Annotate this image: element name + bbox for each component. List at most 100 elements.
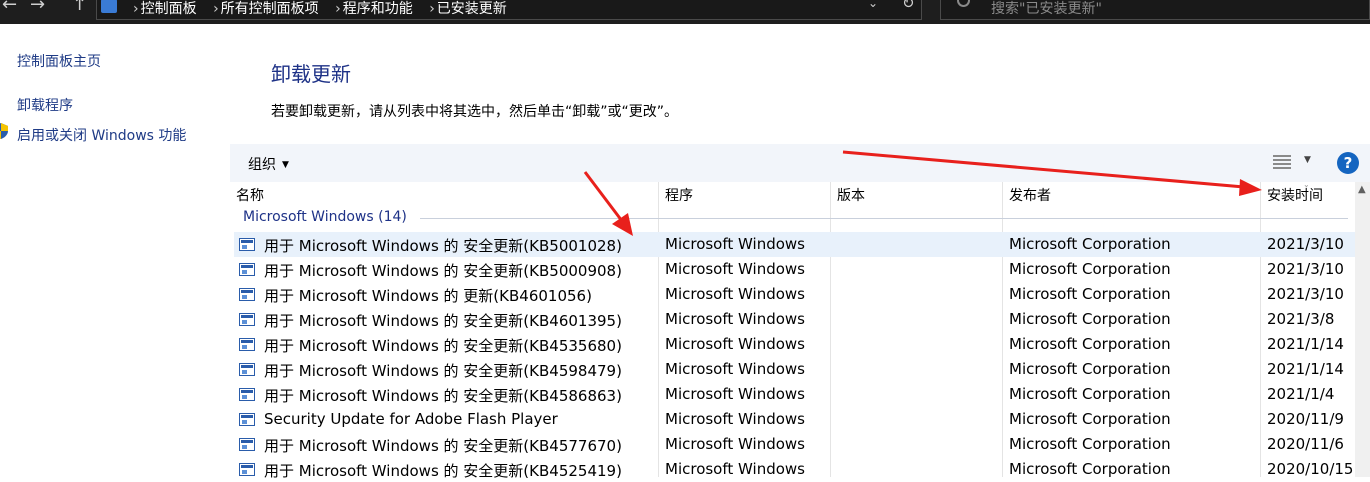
organize-label: 组织	[248, 157, 276, 173]
page-title: 卸载更新	[271, 62, 351, 86]
back-arrow-icon[interactable]: ←	[2, 0, 17, 18]
shield-icon	[0, 123, 8, 139]
column-header-install-date[interactable]: 安装时间	[1267, 185, 1323, 205]
cell-program: Microsoft Windows	[665, 360, 805, 378]
cell-program: Microsoft Windows	[665, 460, 805, 478]
update-package-icon	[239, 388, 255, 401]
command-bar: 组织 ▼ ▼ ?	[230, 144, 1370, 182]
cell-name: 用于 Microsoft Windows 的 安全更新(KB5000908)	[264, 262, 622, 280]
update-package-icon	[239, 288, 255, 301]
cell-name: 用于 Microsoft Windows 的 安全更新(KB4598479)	[264, 362, 622, 380]
table-row[interactable]: Security Update for Adobe Flash Player Mi…	[234, 407, 1358, 432]
group-header[interactable]: Microsoft Windows (14)	[243, 209, 407, 225]
cell-name: 用于 Microsoft Windows 的 安全更新(KB5001028)	[264, 237, 622, 255]
table-row[interactable]: 用于 Microsoft Windows 的 安全更新(KB4577670) Mi…	[234, 432, 1358, 457]
cell-program: Microsoft Windows	[665, 235, 805, 253]
cell-program: Microsoft Windows	[665, 335, 805, 353]
cell-name: Security Update for Adobe Flash Player	[264, 410, 558, 428]
chevron-right-icon: ›	[335, 1, 341, 17]
cell-date: 2020/10/15	[1267, 460, 1354, 478]
cell-publisher: Microsoft Corporation	[1009, 310, 1171, 328]
control-panel-icon	[101, 0, 117, 13]
chevron-down-icon[interactable]: ⌄	[868, 0, 878, 10]
update-package-icon	[239, 413, 255, 426]
cell-program: Microsoft Windows	[665, 310, 805, 328]
caret-down-icon[interactable]: ▼	[1304, 155, 1311, 165]
sidebar	[0, 24, 228, 477]
cell-date: 2021/1/14	[1267, 335, 1344, 353]
update-package-icon	[239, 438, 255, 451]
breadcrumb-all-items[interactable]: 所有控制面板项	[221, 1, 319, 17]
table-row[interactable]: 用于 Microsoft Windows 的 安全更新(KB4601395) Mi…	[234, 307, 1358, 332]
sort-indicator-icon: ⌄	[1303, 180, 1310, 189]
chevron-right-icon: ›	[429, 1, 435, 17]
view-options-icon[interactable]	[1273, 154, 1291, 170]
vertical-scrollbar[interactable]	[1355, 182, 1370, 477]
cell-date: 2021/3/10	[1267, 260, 1344, 278]
breadcrumb-programs[interactable]: 程序和功能	[343, 1, 413, 17]
table-row[interactable]: 用于 Microsoft Windows 的 更新(KB4601056) Micr…	[234, 282, 1358, 307]
cell-publisher: Microsoft Corporation	[1009, 435, 1171, 453]
cell-name: 用于 Microsoft Windows 的 安全更新(KB4586863)	[264, 387, 622, 405]
table-row[interactable]: 用于 Microsoft Windows 的 安全更新(KB5001028) Mi…	[234, 232, 1358, 257]
cell-date: 2020/11/9	[1267, 410, 1344, 428]
column-header-program[interactable]: 程序	[665, 185, 693, 205]
sidebar-item-windows-features[interactable]: 启用或关闭 Windows 功能	[17, 125, 186, 145]
cell-date: 2020/11/6	[1267, 435, 1344, 453]
table-row[interactable]: 用于 Microsoft Windows 的 安全更新(KB4598479) Mi…	[234, 357, 1358, 382]
cell-date: 2021/3/10	[1267, 235, 1344, 253]
cell-name: 用于 Microsoft Windows 的 更新(KB4601056)	[264, 287, 592, 305]
cell-name: 用于 Microsoft Windows 的 安全更新(KB4525419)	[264, 462, 622, 480]
address-bar[interactable]: › 控制面板 › 所有控制面板项 › 程序和功能 › 已安装更新	[96, 0, 922, 20]
cell-program: Microsoft Windows	[665, 285, 805, 303]
cell-date: 2021/1/4	[1267, 385, 1335, 403]
cell-program: Microsoft Windows	[665, 385, 805, 403]
column-header-version[interactable]: 版本	[837, 185, 865, 205]
instruction-text: 若要卸载更新，请从列表中将其选中，然后单击“卸载”或“更改”。	[271, 104, 679, 120]
update-package-icon	[239, 313, 255, 326]
update-package-icon	[239, 363, 255, 376]
column-header-publisher[interactable]: 发布者	[1009, 185, 1051, 205]
caret-down-icon: ▼	[282, 160, 289, 170]
cell-name: 用于 Microsoft Windows 的 安全更新(KB4535680)	[264, 337, 622, 355]
cell-publisher: Microsoft Corporation	[1009, 235, 1171, 253]
cell-name: 用于 Microsoft Windows 的 安全更新(KB4601395)	[264, 312, 622, 330]
help-button[interactable]: ?	[1337, 152, 1359, 174]
breadcrumb-installed-updates[interactable]: 已安装更新	[437, 1, 507, 17]
table-row[interactable]: 用于 Microsoft Windows 的 安全更新(KB5000908) Mi…	[234, 257, 1358, 282]
breadcrumb-control-panel[interactable]: 控制面板	[141, 1, 197, 17]
refresh-icon[interactable]: ↻	[902, 0, 915, 12]
address-toolbar: ← → ↑ › 控制面板 › 所有控制面板项 › 程序和功能 › 已安装更新 ⌄ ↻ 搜…	[0, 0, 1370, 24]
organize-button[interactable]: 组织 ▼	[248, 154, 289, 174]
cell-publisher: Microsoft Corporation	[1009, 335, 1171, 353]
breadcrumb: › 控制面板 › 所有控制面板项 › 程序和功能 › 已安装更新	[123, 0, 509, 18]
sidebar-item-uninstall-program[interactable]: 卸载程序	[17, 95, 73, 115]
update-package-icon	[239, 463, 255, 476]
table-row[interactable]: 用于 Microsoft Windows 的 安全更新(KB4535680) Mi…	[234, 332, 1358, 357]
cell-program: Microsoft Windows	[665, 260, 805, 278]
cell-name: 用于 Microsoft Windows 的 安全更新(KB4577670)	[264, 437, 622, 455]
chevron-right-icon: ›	[133, 1, 139, 17]
up-arrow-icon[interactable]: ↑	[72, 0, 87, 18]
search-icon	[957, 0, 970, 7]
cell-program: Microsoft Windows	[665, 435, 805, 453]
cell-date: 2021/3/8	[1267, 310, 1335, 328]
search-placeholder: 搜索"已安装更新"	[991, 1, 1102, 17]
group-divider	[420, 218, 1348, 219]
cell-publisher: Microsoft Corporation	[1009, 260, 1171, 278]
forward-arrow-icon[interactable]: →	[30, 0, 45, 18]
updates-list: 名称 程序 版本 发布者 安装时间 Microsoft Windows (14)…	[230, 182, 1370, 480]
cell-publisher: Microsoft Corporation	[1009, 410, 1171, 428]
update-package-icon	[239, 338, 255, 351]
cell-publisher: Microsoft Corporation	[1009, 285, 1171, 303]
sidebar-item-control-panel-home[interactable]: 控制面板主页	[17, 51, 101, 71]
table-row[interactable]: 用于 Microsoft Windows 的 安全更新(KB4525419) Mi…	[234, 457, 1358, 482]
scroll-up-arrow-icon[interactable]: ▲	[1358, 184, 1366, 195]
cell-publisher: Microsoft Corporation	[1009, 385, 1171, 403]
update-package-icon	[239, 238, 255, 251]
chevron-right-icon: ›	[213, 1, 219, 17]
table-row[interactable]: 用于 Microsoft Windows 的 安全更新(KB4586863) Mi…	[234, 382, 1358, 407]
cell-publisher: Microsoft Corporation	[1009, 460, 1171, 478]
column-header-name[interactable]: 名称	[236, 185, 264, 205]
search-box[interactable]: 搜索"已安装更新"	[940, 0, 1370, 20]
